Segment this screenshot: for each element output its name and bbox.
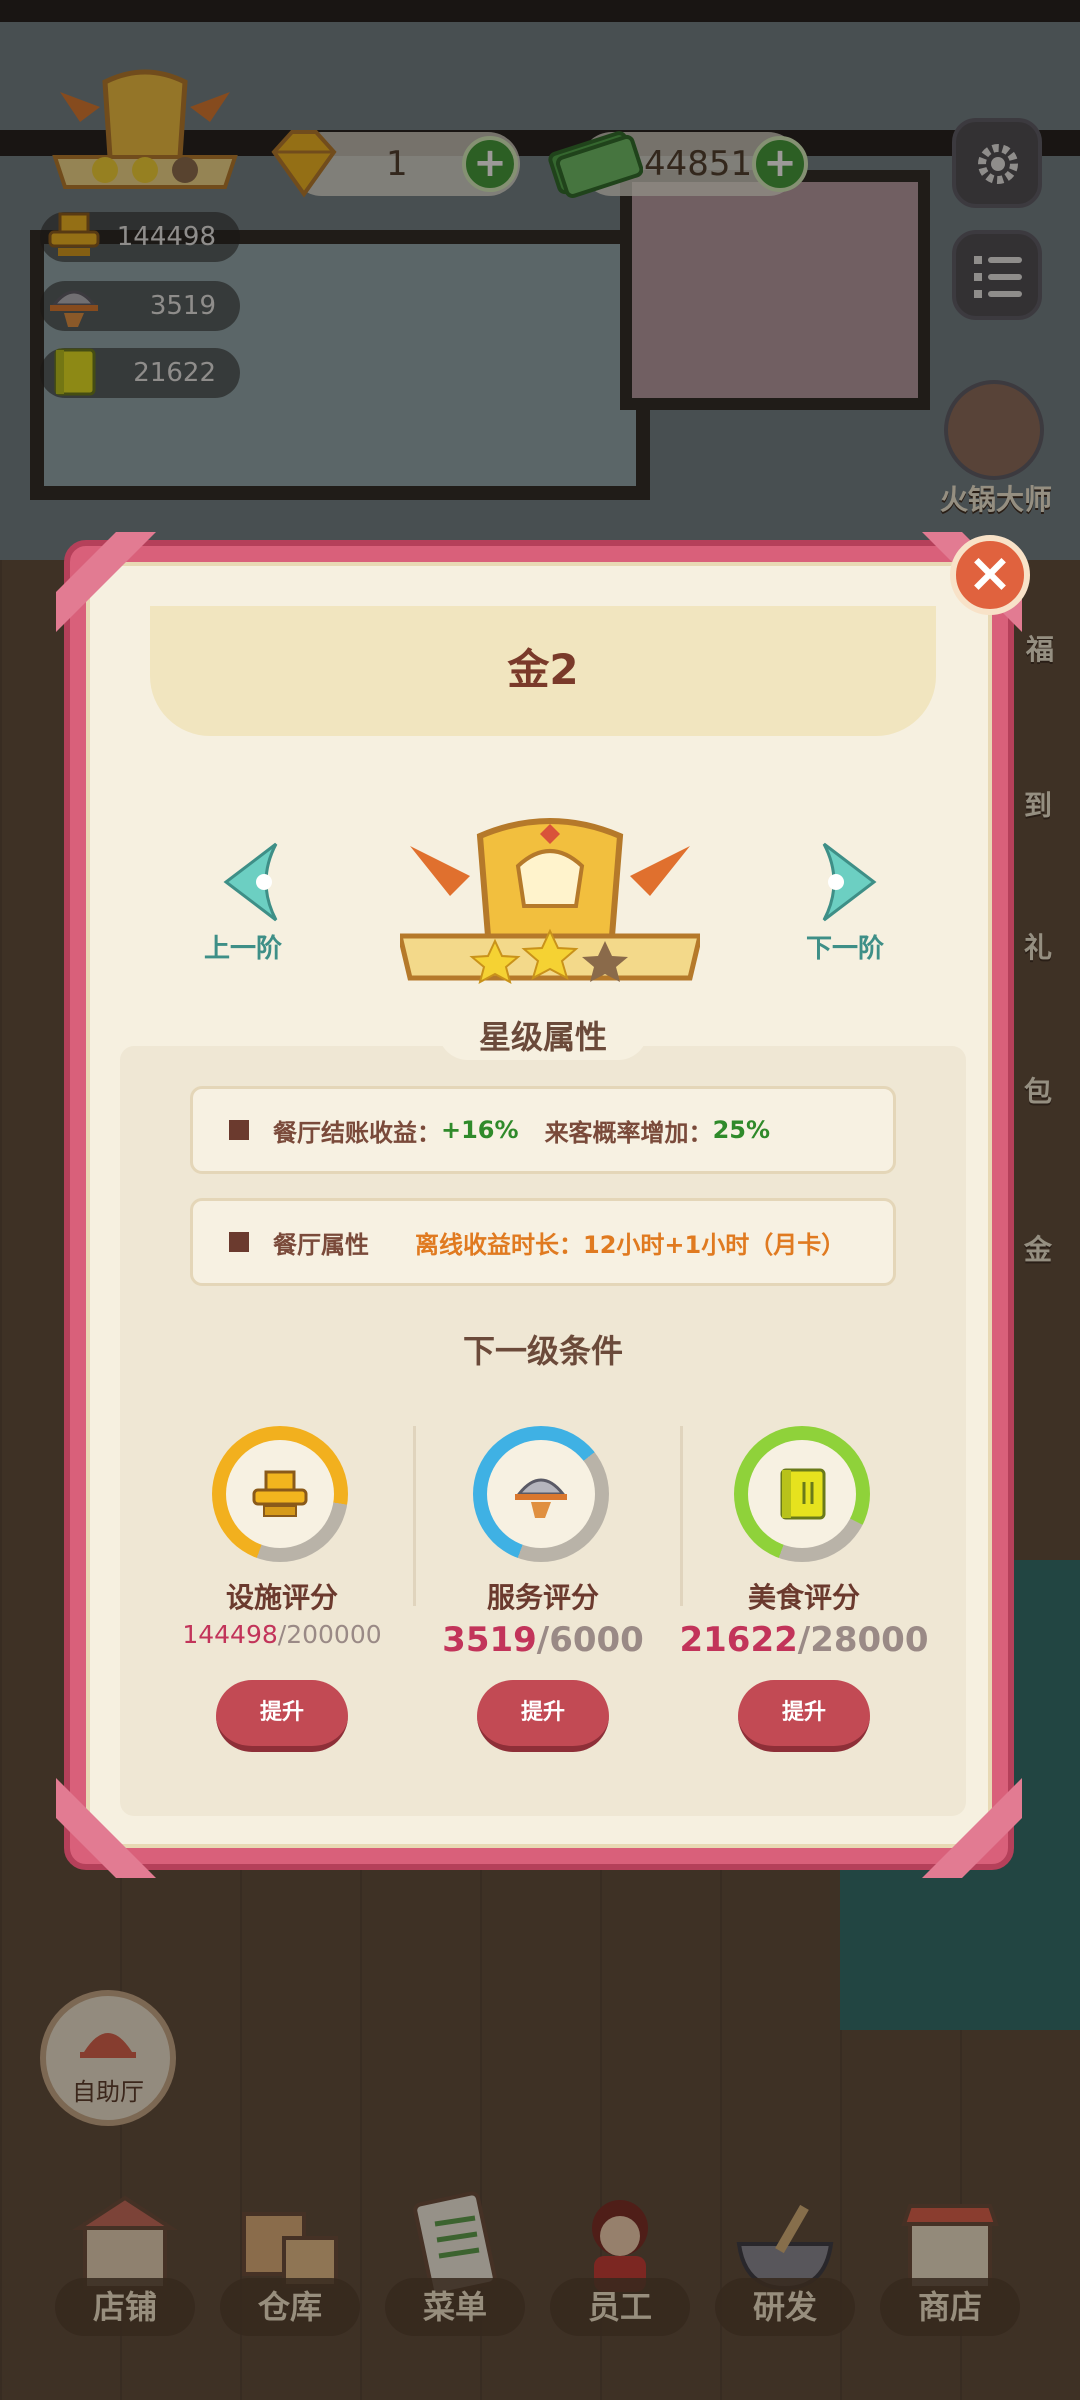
close-button[interactable]: ×	[950, 535, 1030, 615]
prev-rank-label[interactable]: 上一阶	[204, 928, 282, 965]
prev-rank-arrow-icon[interactable]	[216, 840, 296, 924]
facility-progress-ring	[212, 1426, 348, 1562]
offline-income-label: 离线收益时长：	[415, 1230, 583, 1259]
next-rank-label[interactable]: 下一阶	[806, 928, 884, 965]
service-score-label: 服务评分	[486, 1581, 599, 1614]
upgrade-food-button[interactable]: 提升	[738, 1680, 870, 1752]
facility-current: 144498	[182, 1620, 278, 1649]
corner-ornament	[56, 532, 156, 632]
attributes-title: 星级属性	[478, 1018, 607, 1056]
service-progress-ring	[473, 1426, 609, 1562]
service-score-progress: 3519/6000	[413, 1620, 673, 1660]
offline-income-value: 12小时+1小时（月卡）	[583, 1230, 846, 1259]
dialog-body: 金2 上一阶 下一阶 星级属性 餐厅结账收益： +16% 来客概率增加： 25%	[86, 562, 992, 1848]
next-level-conditions-title: 下一级条件	[462, 1332, 623, 1370]
serving-tray-icon	[515, 1478, 567, 1518]
attribute-row-income: 餐厅结账收益： +16% 来客概率增加： 25%	[190, 1086, 896, 1174]
facility-score-label: 设施评分	[225, 1581, 338, 1614]
food-requirement: 美食评分 21622/28000 提升	[674, 1426, 934, 1752]
checkout-income-value: +16%	[441, 1116, 519, 1144]
facility-max: /200000	[277, 1620, 382, 1649]
corner-ornament	[922, 1778, 1022, 1878]
food-score-label: 美食评分	[747, 1581, 860, 1614]
facility-requirement: 设施评分 144498/200000 提升	[152, 1426, 412, 1752]
recipe-book-icon	[780, 1468, 826, 1520]
checkout-income-label: 餐厅结账收益：	[273, 1118, 441, 1147]
rank-title: 金2	[507, 645, 579, 694]
next-rank-arrow-icon[interactable]	[804, 840, 884, 924]
restaurant-attribute-label: 餐厅属性	[273, 1230, 369, 1259]
customer-rate-label: 来客概率增加：	[544, 1118, 713, 1147]
gold-rank-emblem-icon	[400, 818, 700, 984]
food-progress-ring	[734, 1426, 870, 1562]
food-score-progress: 21622/28000	[674, 1620, 934, 1660]
star-rank-dialog: 金2 上一阶 下一阶 星级属性 餐厅结账收益： +16% 来客概率增加： 25%	[56, 532, 1022, 1878]
food-current: 21622	[679, 1620, 798, 1660]
hotpot-icon	[252, 1470, 308, 1517]
food-max: /28000	[797, 1620, 929, 1660]
upgrade-facility-button[interactable]: 提升	[216, 1680, 348, 1752]
service-requirement: 服务评分 3519/6000 提升	[413, 1426, 673, 1752]
service-max: /6000	[536, 1620, 644, 1660]
customer-rate-value: 25%	[712, 1116, 771, 1144]
facility-score-progress: 144498/200000	[152, 1620, 412, 1649]
service-current: 3519	[442, 1620, 537, 1660]
upgrade-service-button[interactable]: 提升	[477, 1680, 609, 1752]
bullet-square	[229, 1120, 249, 1140]
bullet-square	[229, 1232, 249, 1252]
attribute-row-offline: 餐厅属性 离线收益时长： 12小时+1小时（月卡）	[190, 1198, 896, 1286]
corner-ornament	[56, 1778, 156, 1878]
